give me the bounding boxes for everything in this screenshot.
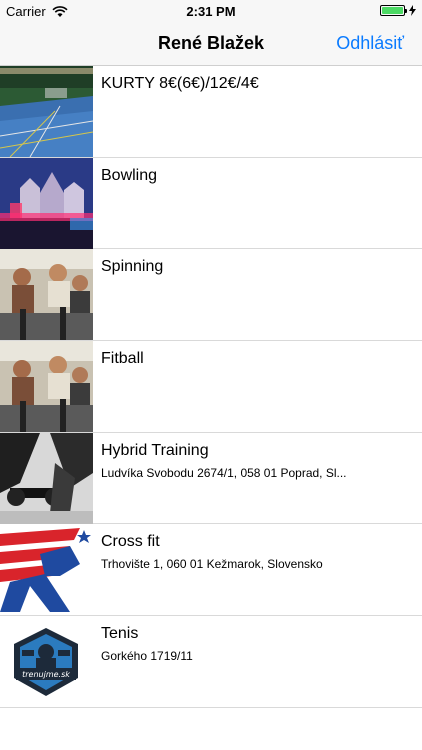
trenujme-logo-text: trenujme.sk [22, 670, 70, 679]
list-item-address: Gorkého 1719/11 [101, 649, 193, 664]
list-item-title: Bowling [101, 166, 158, 184]
list-item[interactable]: Fitball [0, 341, 422, 433]
list-item-title: Cross fit [101, 533, 160, 551]
list-item[interactable]: Hybrid Training Ludvíka Svobodu 2674/1, … [0, 432, 422, 525]
list-item[interactable]: Cross fit Trhovište 1, 060 01 Kežmarok, … [0, 524, 422, 617]
list-item-text: Fitball [101, 349, 412, 369]
list-item-text: Bowling [101, 166, 412, 186]
list-item[interactable]: trenujme.sk Tenis Gorkého 1719/11 [0, 616, 422, 708]
spinning-photo-icon [0, 249, 93, 341]
charging-bolt-icon [409, 5, 416, 16]
list-item-title: Hybrid Training [101, 441, 209, 459]
spinning-photo-icon [0, 341, 93, 433]
trenujme-logo-icon: trenujme.sk [0, 616, 93, 708]
list-item-title: Spinning [101, 258, 164, 276]
list-item-text: Spinning [101, 257, 412, 277]
list-item-address: Ludvíka Svobodu 2674/1, 058 01 Poprad, S… [101, 465, 347, 480]
clock: 2:31 PM [186, 4, 236, 19]
list-item-title: Tenis [101, 625, 139, 643]
list-item-text: Tenis Gorkého 1719/11 [101, 624, 412, 664]
list-item-title: Fitball [101, 350, 144, 368]
status-bar: Carrier 2:31 PM [0, 0, 422, 22]
castle-photo-icon [0, 157, 93, 249]
battery-level [382, 7, 403, 14]
court-photo-icon [0, 66, 93, 157]
logout-button[interactable]: Odhlásiť [336, 33, 404, 54]
battery-icon [380, 5, 407, 16]
navigation-bar: René Blažek Odhlásiť [0, 22, 422, 66]
list-item-address: Trhovište 1, 060 01 Kežmarok, Slovensko [101, 557, 323, 572]
list-item-text: Hybrid Training Ludvíka Svobodu 2674/1, … [101, 441, 412, 481]
flag-logo-icon [0, 524, 93, 616]
list-item[interactable]: Spinning [0, 249, 422, 342]
list-item-text: Cross fit Trhovište 1, 060 01 Kežmarok, … [101, 532, 412, 572]
gym-photo-icon [0, 432, 93, 524]
list-item[interactable]: KURTY 8€(6€)/12€/4€ [0, 66, 422, 158]
list-item[interactable]: Bowling [0, 157, 422, 250]
status-right [380, 5, 416, 16]
sports-list: KURTY 8€(6€)/12€/4€ Bowling Spinning Fit… [0, 66, 422, 708]
list-item-text: KURTY 8€(6€)/12€/4€ [101, 74, 412, 94]
list-item-title: KURTY 8€(6€)/12€/4€ [101, 75, 259, 92]
